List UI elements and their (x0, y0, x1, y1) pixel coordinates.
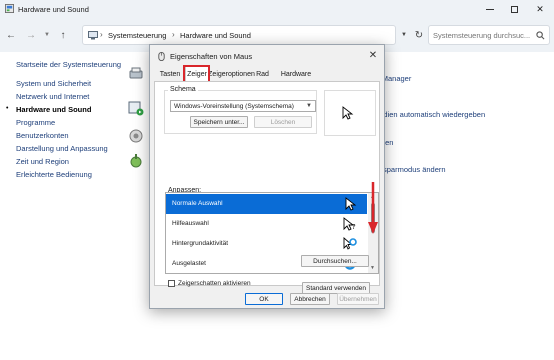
svg-text:?: ? (352, 223, 356, 231)
minimize-button[interactable] (478, 0, 502, 18)
chevron-down-icon: ▼ (306, 103, 312, 109)
browse-button[interactable]: Durchsuchen... (301, 255, 369, 267)
scheme-select[interactable]: Windows-Voreinstellung (Systemschema) ▼ (170, 100, 316, 112)
recent-locations-button[interactable]: ▼ (40, 28, 54, 42)
arrow-cursor-icon (345, 197, 357, 211)
breadcrumb-separator: › (100, 30, 103, 39)
up-button[interactable]: ↑ (56, 28, 70, 42)
sidebar-item-startseite[interactable]: Startseite der Systemsteuerung (16, 60, 121, 69)
refresh-icon: ↻ (414, 29, 424, 41)
arrow-left-icon: ← (6, 29, 16, 41)
shadow-checkbox-label: Zeigerschatten aktivieren (178, 279, 251, 287)
tab-rad[interactable]: Rad (255, 67, 270, 81)
scheme-group-label: Schema (168, 86, 198, 93)
sidebar-item-zeit-und-region[interactable]: Zeit und Region (16, 157, 69, 166)
tab-hardware[interactable]: Hardware (279, 67, 313, 81)
sidebar-item-system-und-sicherheit[interactable]: System und Sicherheit (16, 79, 91, 88)
close-button[interactable]: ✕ (528, 0, 552, 18)
close-icon: ✕ (368, 49, 378, 61)
window-title: Hardware und Sound (18, 5, 89, 14)
chevron-down-icon: ▼ (401, 32, 407, 38)
maximize-icon (510, 5, 518, 13)
search-icon (536, 31, 545, 40)
back-button[interactable]: ← (4, 28, 18, 42)
chevron-down-icon: ▼ (44, 32, 50, 38)
apply-button[interactable]: Übernehmen (337, 293, 379, 305)
power-options-icon (130, 154, 142, 168)
search-input[interactable] (433, 29, 533, 41)
window-titlebar: Hardware und Sound ✕ (0, 0, 554, 18)
list-item-hintergrundaktivitaet[interactable]: Hintergrundaktivität (166, 234, 367, 254)
dialog-close-button[interactable]: ✕ (366, 48, 380, 62)
sidebar-item-erleichterte-bedienung[interactable]: Erleichterte Bedienung (16, 170, 92, 179)
scheme-select-value: Windows-Voreinstellung (Systemschema) (174, 103, 294, 110)
scroll-down-icon[interactable]: ▼ (370, 265, 375, 271)
control-panel-icon (5, 4, 14, 13)
list-item-hilfeauswahl[interactable]: Hilfeauswahl ? (166, 214, 367, 234)
arrow-cursor-icon (342, 106, 354, 120)
address-bar[interactable]: › Systemsteuerung › Hardware und Sound (82, 25, 396, 45)
control-panel-icon (88, 31, 98, 40)
list-item-normale-auswahl[interactable]: Normale Auswahl (166, 194, 367, 214)
cancel-button[interactable]: Abbrechen (290, 293, 330, 305)
mouse-icon (158, 52, 165, 61)
sidebar-item-hardware-und-sound[interactable]: Hardware und Sound (16, 105, 91, 114)
address-dropdown-button[interactable]: ▼ (397, 25, 411, 45)
shadow-checkbox-row[interactable]: Zeigerschatten aktivieren (168, 278, 251, 288)
cursor-name: Normale Auswahl (172, 200, 223, 207)
arrow-up-icon: ↑ (60, 29, 66, 41)
search-box[interactable] (428, 25, 550, 45)
sidebar: Startseite der Systemsteuerung System un… (0, 52, 121, 352)
shadow-checkbox[interactable] (168, 279, 175, 287)
sidebar-item-programme[interactable]: Programme (16, 118, 55, 127)
sidebar-item-netzwerk-und-internet[interactable]: Netzwerk und Internet (16, 92, 89, 101)
forward-button[interactable]: → (24, 28, 38, 42)
cursor-name: Ausgelastet (172, 260, 206, 267)
ok-button[interactable]: OK (245, 293, 283, 305)
red-arrow-annotation (368, 182, 378, 234)
active-bullet: • (6, 105, 9, 112)
cursor-name: Hintergrundaktivität (172, 240, 228, 247)
dialog-title: Eigenschaften von Maus (170, 52, 253, 61)
close-icon: ✕ (536, 3, 544, 14)
arrow-right-icon: → (26, 29, 36, 41)
breadcrumb-systemsteuerung[interactable]: Systemsteuerung (108, 31, 166, 40)
breadcrumb-hardware-und-sound[interactable]: Hardware und Sound (180, 31, 251, 40)
mouse-properties-dialog: Eigenschaften von Maus ✕ Tasten Zeiger Z… (149, 44, 385, 309)
breadcrumb-separator: › (172, 30, 175, 39)
help-cursor-icon: ? (343, 217, 356, 231)
sidebar-item-darstellung-und-anpassung[interactable]: Darstellung und Anpassung (16, 144, 108, 153)
autoplay-icon (128, 101, 144, 116)
working-in-background-cursor-icon (343, 237, 357, 250)
tab-zeigeroptionen[interactable]: Zeigeroptionen (208, 67, 255, 81)
delete-scheme-button[interactable]: Löschen (254, 116, 312, 128)
maximize-button[interactable] (502, 0, 526, 18)
cursor-name: Hilfeauswahl (172, 220, 209, 227)
minimize-icon (486, 8, 494, 10)
refresh-button[interactable]: ↻ (412, 25, 426, 45)
autoplay-link[interactable]: Medien automatisch wiedergeben (373, 110, 485, 119)
save-scheme-button[interactable]: Speichern unter... (190, 116, 248, 128)
cursor-preview (324, 90, 376, 136)
sound-icon (129, 129, 143, 143)
sidebar-item-benutzerkonten[interactable]: Benutzerkonten (16, 131, 69, 140)
devices-printers-icon (129, 67, 143, 79)
tab-tasten[interactable]: Tasten (157, 67, 183, 81)
